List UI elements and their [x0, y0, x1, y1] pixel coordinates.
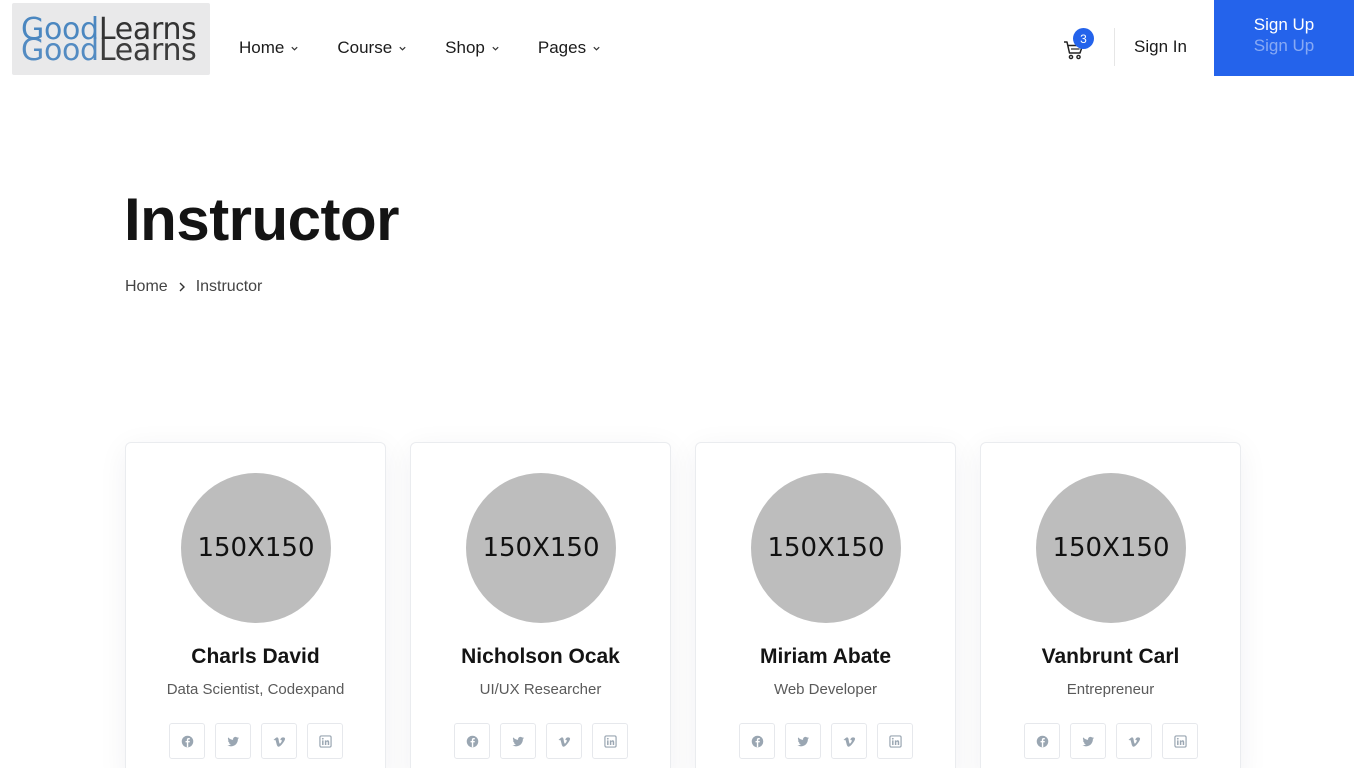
vimeo-link[interactable]	[1116, 723, 1152, 759]
instructor-name[interactable]: Nicholson Ocak	[411, 645, 670, 669]
facebook-icon	[466, 735, 478, 747]
linkedin-icon	[603, 734, 617, 748]
chevron-down-icon	[592, 44, 601, 53]
nav-item-home[interactable]: Home	[239, 36, 299, 60]
twitter-icon	[796, 736, 809, 746]
instructor-role: Web Developer	[773, 681, 878, 698]
avatar: 150X150	[751, 473, 901, 623]
instructor-card[interactable]: 150X150 Vanbrunt Carl Entrepreneur	[980, 442, 1241, 768]
twitter-link[interactable]	[785, 723, 821, 759]
avatar: 150X150	[466, 473, 616, 623]
instructor-card[interactable]: 150X150 Charls David Data Scientist, Cod…	[125, 442, 386, 768]
twitter-icon	[511, 736, 524, 746]
sign-in-link[interactable]: Sign In	[1134, 37, 1187, 57]
nav-item-shop[interactable]: Shop	[445, 36, 500, 60]
vimeo-link[interactable]	[546, 723, 582, 759]
instructor-card[interactable]: 150X150 Nicholson Ocak UI/UX Researcher	[410, 442, 671, 768]
nav-item-course[interactable]: Course	[337, 36, 407, 60]
nav-item-pages[interactable]: Pages	[538, 36, 601, 60]
facebook-link[interactable]	[169, 723, 205, 759]
facebook-icon	[181, 735, 193, 747]
twitter-link[interactable]	[500, 723, 536, 759]
page-title: Instructor	[124, 186, 400, 253]
facebook-icon	[751, 735, 763, 747]
instructor-name[interactable]: Charls David	[126, 645, 385, 669]
cart-count-badge: 3	[1073, 28, 1094, 49]
linkedin-link[interactable]	[592, 723, 628, 759]
main-nav: Home Course Shop Pages	[239, 36, 639, 60]
social-links	[169, 723, 353, 759]
vimeo-icon	[843, 736, 855, 747]
linkedin-icon	[888, 734, 902, 748]
sign-up-label-hover: Sign Up	[1253, 36, 1315, 55]
sign-up-label: Sign Up	[1253, 15, 1315, 34]
facebook-link[interactable]	[454, 723, 490, 759]
twitter-icon	[226, 736, 239, 746]
linkedin-link[interactable]	[1162, 723, 1198, 759]
site-header: GoodLearns GoodLearns Home Course Shop P…	[0, 0, 1366, 96]
vimeo-icon	[1128, 736, 1140, 747]
instructor-role: UI/UX Researcher	[479, 681, 602, 698]
linkedin-link[interactable]	[877, 723, 913, 759]
twitter-icon	[1081, 736, 1094, 746]
facebook-link[interactable]	[739, 723, 775, 759]
facebook-link[interactable]	[1024, 723, 1060, 759]
cart-button[interactable]: 3	[1062, 28, 1098, 64]
vimeo-icon	[273, 736, 285, 747]
chevron-down-icon	[398, 44, 407, 53]
breadcrumb-home-link[interactable]: Home	[125, 278, 168, 296]
breadcrumb: Home Instructor	[125, 278, 262, 296]
nav-item-label: Home	[239, 38, 285, 57]
instructor-role: Entrepreneur	[1066, 681, 1155, 698]
site-logo[interactable]: GoodLearns GoodLearns	[12, 3, 210, 75]
instructor-name[interactable]: Vanbrunt Carl	[981, 645, 1240, 669]
avatar: 150X150	[181, 473, 331, 623]
header-divider	[1114, 28, 1115, 66]
vimeo-link[interactable]	[831, 723, 867, 759]
breadcrumb-current: Instructor	[195, 278, 263, 295]
chevron-down-icon	[491, 44, 500, 53]
facebook-icon	[1036, 735, 1048, 747]
nav-item-label: Shop	[445, 38, 485, 57]
instructor-name[interactable]: Miriam Abate	[696, 645, 955, 669]
social-links	[739, 723, 923, 759]
chevron-right-icon	[178, 281, 186, 293]
twitter-link[interactable]	[215, 723, 251, 759]
vimeo-link[interactable]	[261, 723, 297, 759]
social-links	[1024, 723, 1208, 759]
linkedin-icon	[1173, 734, 1187, 748]
linkedin-icon	[318, 734, 332, 748]
instructor-role: Data Scientist, Codexpand	[166, 681, 345, 698]
linkedin-link[interactable]	[307, 723, 343, 759]
twitter-link[interactable]	[1070, 723, 1106, 759]
avatar: 150X150	[1036, 473, 1186, 623]
social-links	[454, 723, 638, 759]
sign-up-button[interactable]: Sign Up Sign Up	[1214, 0, 1354, 76]
vimeo-icon	[558, 736, 570, 747]
chevron-down-icon	[290, 44, 299, 53]
logo-wordmark-shadow: GoodLearns	[21, 33, 197, 68]
nav-item-label: Course	[337, 38, 393, 57]
instructor-card[interactable]: 150X150 Miriam Abate Web Developer	[695, 442, 956, 768]
nav-item-label: Pages	[537, 38, 587, 57]
